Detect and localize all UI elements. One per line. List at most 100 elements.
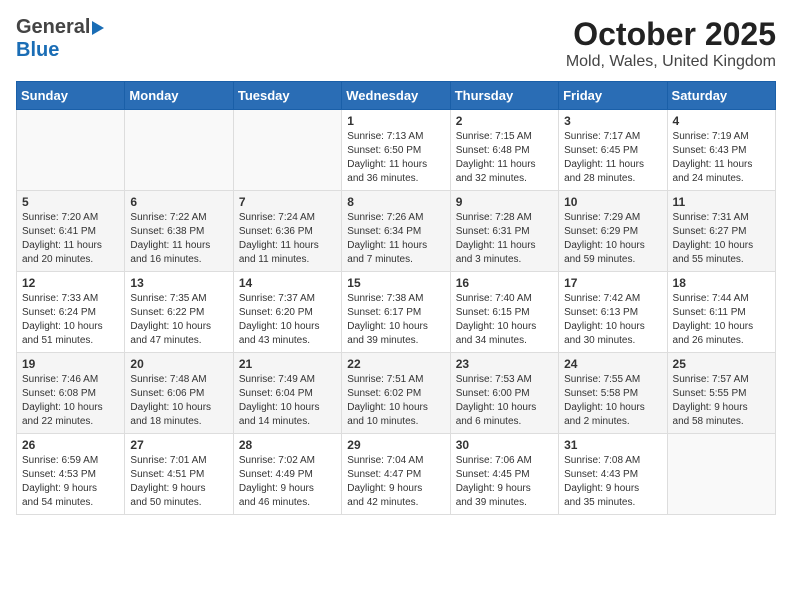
- day-cell-13: 13 Sunrise: 7:35 AM Sunset: 6:22 PM Dayli…: [125, 272, 233, 353]
- day-number: 13: [130, 276, 227, 290]
- day-info: Sunrise: 7:08 AM Sunset: 4:43 PM Dayligh…: [564, 454, 661, 510]
- day-info: Sunrise: 7:51 AM Sunset: 6:02 PM Dayligh…: [347, 373, 444, 429]
- calendar: SundayMondayTuesdayWednesdayThursdayFrid…: [16, 81, 776, 515]
- day-info: Sunrise: 7:49 AM Sunset: 6:04 PM Dayligh…: [239, 373, 336, 429]
- day-number: 27: [130, 438, 227, 452]
- title-area: October 2025 Mold, Wales, United Kingdom: [566, 16, 776, 71]
- logo-blue: Blue: [16, 39, 59, 62]
- week-row-2: 5Sunrise: 7:20 AM Sunset: 6:41 PM Daylig…: [17, 191, 776, 272]
- column-header-friday: Friday: [559, 82, 667, 110]
- day-info: Sunrise: 7:24 AM Sunset: 6:36 PM Dayligh…: [239, 211, 336, 267]
- day-number: 30: [456, 438, 553, 452]
- day-number: 25: [673, 357, 770, 371]
- column-header-sunday: Sunday: [17, 82, 125, 110]
- empty-cell: [125, 110, 233, 191]
- day-cell-20: 20 Sunrise: 7:48 AM Sunset: 6:06 PM Dayli…: [125, 353, 233, 434]
- day-number: 22: [347, 357, 444, 371]
- logo-arrow-icon: [92, 21, 104, 35]
- day-info: Sunrise: 6:59 AM Sunset: 4:53 PM Dayligh…: [22, 454, 119, 510]
- week-row-3: 12 Sunrise: 7:33 AM Sunset: 6:24 PM Dayli…: [17, 272, 776, 353]
- day-number: 12: [22, 276, 119, 290]
- empty-cell: [17, 110, 125, 191]
- day-cell-21: 21 Sunrise: 7:49 AM Sunset: 6:04 PM Dayli…: [233, 353, 341, 434]
- day-info: Sunrise: 7:53 AM Sunset: 6:00 PM Dayligh…: [456, 373, 553, 429]
- week-row-5: 26 Sunrise: 6:59 AM Sunset: 4:53 PM Dayli…: [17, 434, 776, 515]
- day-info: Sunrise: 7:22 AM Sunset: 6:38 PM Dayligh…: [130, 211, 227, 267]
- day-cell-17: 17Sunrise: 7:42 AM Sunset: 6:13 PM Dayli…: [559, 272, 667, 353]
- day-number: 16: [456, 276, 553, 290]
- day-cell-11: 11Sunrise: 7:31 AM Sunset: 6:27 PM Dayli…: [667, 191, 775, 272]
- day-info: Sunrise: 7:31 AM Sunset: 6:27 PM Dayligh…: [673, 211, 770, 267]
- day-cell-19: 19 Sunrise: 7:46 AM Sunset: 6:08 PM Dayli…: [17, 353, 125, 434]
- day-info: Sunrise: 7:40 AM Sunset: 6:15 PM Dayligh…: [456, 292, 553, 348]
- day-info: Sunrise: 7:15 AM Sunset: 6:48 PM Dayligh…: [456, 130, 553, 186]
- logo: General Blue: [16, 16, 104, 62]
- day-cell-18: 18 Sunrise: 7:44 AM Sunset: 6:11 PM Dayli…: [667, 272, 775, 353]
- day-info: Sunrise: 7:46 AM Sunset: 6:08 PM Dayligh…: [22, 373, 119, 429]
- day-number: 31: [564, 438, 661, 452]
- day-number: 10: [564, 195, 661, 209]
- day-info: Sunrise: 7:17 AM Sunset: 6:45 PM Dayligh…: [564, 130, 661, 186]
- day-info: Sunrise: 7:37 AM Sunset: 6:20 PM Dayligh…: [239, 292, 336, 348]
- day-number: 4: [673, 114, 770, 128]
- day-cell-23: 23Sunrise: 7:53 AM Sunset: 6:00 PM Dayli…: [450, 353, 558, 434]
- day-number: 1: [347, 114, 444, 128]
- day-info: Sunrise: 7:04 AM Sunset: 4:47 PM Dayligh…: [347, 454, 444, 510]
- empty-cell: [667, 434, 775, 515]
- day-number: 7: [239, 195, 336, 209]
- day-cell-1: 1 Sunrise: 7:13 AM Sunset: 6:50 PM Daylig…: [342, 110, 450, 191]
- day-number: 24: [564, 357, 661, 371]
- day-number: 2: [456, 114, 553, 128]
- day-info: Sunrise: 7:13 AM Sunset: 6:50 PM Dayligh…: [347, 130, 444, 186]
- header: General Blue October 2025 Mold, Wales, U…: [16, 16, 776, 71]
- location-title: Mold, Wales, United Kingdom: [566, 53, 776, 71]
- empty-cell: [233, 110, 341, 191]
- day-number: 20: [130, 357, 227, 371]
- day-cell-9: 9Sunrise: 7:28 AM Sunset: 6:31 PM Daylig…: [450, 191, 558, 272]
- day-cell-22: 22 Sunrise: 7:51 AM Sunset: 6:02 PM Dayli…: [342, 353, 450, 434]
- day-info: Sunrise: 7:48 AM Sunset: 6:06 PM Dayligh…: [130, 373, 227, 429]
- column-header-thursday: Thursday: [450, 82, 558, 110]
- day-number: 28: [239, 438, 336, 452]
- logo-general: General: [16, 16, 90, 39]
- day-cell-16: 16 Sunrise: 7:40 AM Sunset: 6:15 PM Dayli…: [450, 272, 558, 353]
- day-cell-12: 12 Sunrise: 7:33 AM Sunset: 6:24 PM Dayli…: [17, 272, 125, 353]
- day-info: Sunrise: 7:44 AM Sunset: 6:11 PM Dayligh…: [673, 292, 770, 348]
- day-info: Sunrise: 7:29 AM Sunset: 6:29 PM Dayligh…: [564, 211, 661, 267]
- day-number: 17: [564, 276, 661, 290]
- day-info: Sunrise: 7:02 AM Sunset: 4:49 PM Dayligh…: [239, 454, 336, 510]
- day-cell-10: 10 Sunrise: 7:29 AM Sunset: 6:29 PM Dayli…: [559, 191, 667, 272]
- day-info: Sunrise: 7:35 AM Sunset: 6:22 PM Dayligh…: [130, 292, 227, 348]
- day-info: Sunrise: 7:06 AM Sunset: 4:45 PM Dayligh…: [456, 454, 553, 510]
- day-cell-28: 28 Sunrise: 7:02 AM Sunset: 4:49 PM Dayli…: [233, 434, 341, 515]
- day-info: Sunrise: 7:26 AM Sunset: 6:34 PM Dayligh…: [347, 211, 444, 267]
- day-cell-29: 29 Sunrise: 7:04 AM Sunset: 4:47 PM Dayli…: [342, 434, 450, 515]
- day-cell-27: 27Sunrise: 7:01 AM Sunset: 4:51 PM Dayli…: [125, 434, 233, 515]
- column-header-saturday: Saturday: [667, 82, 775, 110]
- day-number: 26: [22, 438, 119, 452]
- day-info: Sunrise: 7:19 AM Sunset: 6:43 PM Dayligh…: [673, 130, 770, 186]
- day-number: 9: [456, 195, 553, 209]
- day-cell-5: 5Sunrise: 7:20 AM Sunset: 6:41 PM Daylig…: [17, 191, 125, 272]
- day-cell-24: 24Sunrise: 7:55 AM Sunset: 5:58 PM Dayli…: [559, 353, 667, 434]
- day-info: Sunrise: 7:33 AM Sunset: 6:24 PM Dayligh…: [22, 292, 119, 348]
- day-cell-25: 25 Sunrise: 7:57 AM Sunset: 5:55 PM Dayli…: [667, 353, 775, 434]
- column-header-tuesday: Tuesday: [233, 82, 341, 110]
- day-number: 5: [22, 195, 119, 209]
- month-title: October 2025: [566, 16, 776, 53]
- day-number: 14: [239, 276, 336, 290]
- day-number: 18: [673, 276, 770, 290]
- calendar-header-row: SundayMondayTuesdayWednesdayThursdayFrid…: [17, 82, 776, 110]
- day-number: 19: [22, 357, 119, 371]
- day-info: Sunrise: 7:38 AM Sunset: 6:17 PM Dayligh…: [347, 292, 444, 348]
- day-cell-2: 2 Sunrise: 7:15 AM Sunset: 6:48 PM Daylig…: [450, 110, 558, 191]
- day-number: 29: [347, 438, 444, 452]
- day-cell-7: 7 Sunrise: 7:24 AM Sunset: 6:36 PM Daylig…: [233, 191, 341, 272]
- day-number: 21: [239, 357, 336, 371]
- column-header-wednesday: Wednesday: [342, 82, 450, 110]
- day-number: 3: [564, 114, 661, 128]
- day-info: Sunrise: 7:57 AM Sunset: 5:55 PM Dayligh…: [673, 373, 770, 429]
- day-cell-30: 30 Sunrise: 7:06 AM Sunset: 4:45 PM Dayli…: [450, 434, 558, 515]
- day-cell-4: 4 Sunrise: 7:19 AM Sunset: 6:43 PM Daylig…: [667, 110, 775, 191]
- day-cell-31: 31 Sunrise: 7:08 AM Sunset: 4:43 PM Dayli…: [559, 434, 667, 515]
